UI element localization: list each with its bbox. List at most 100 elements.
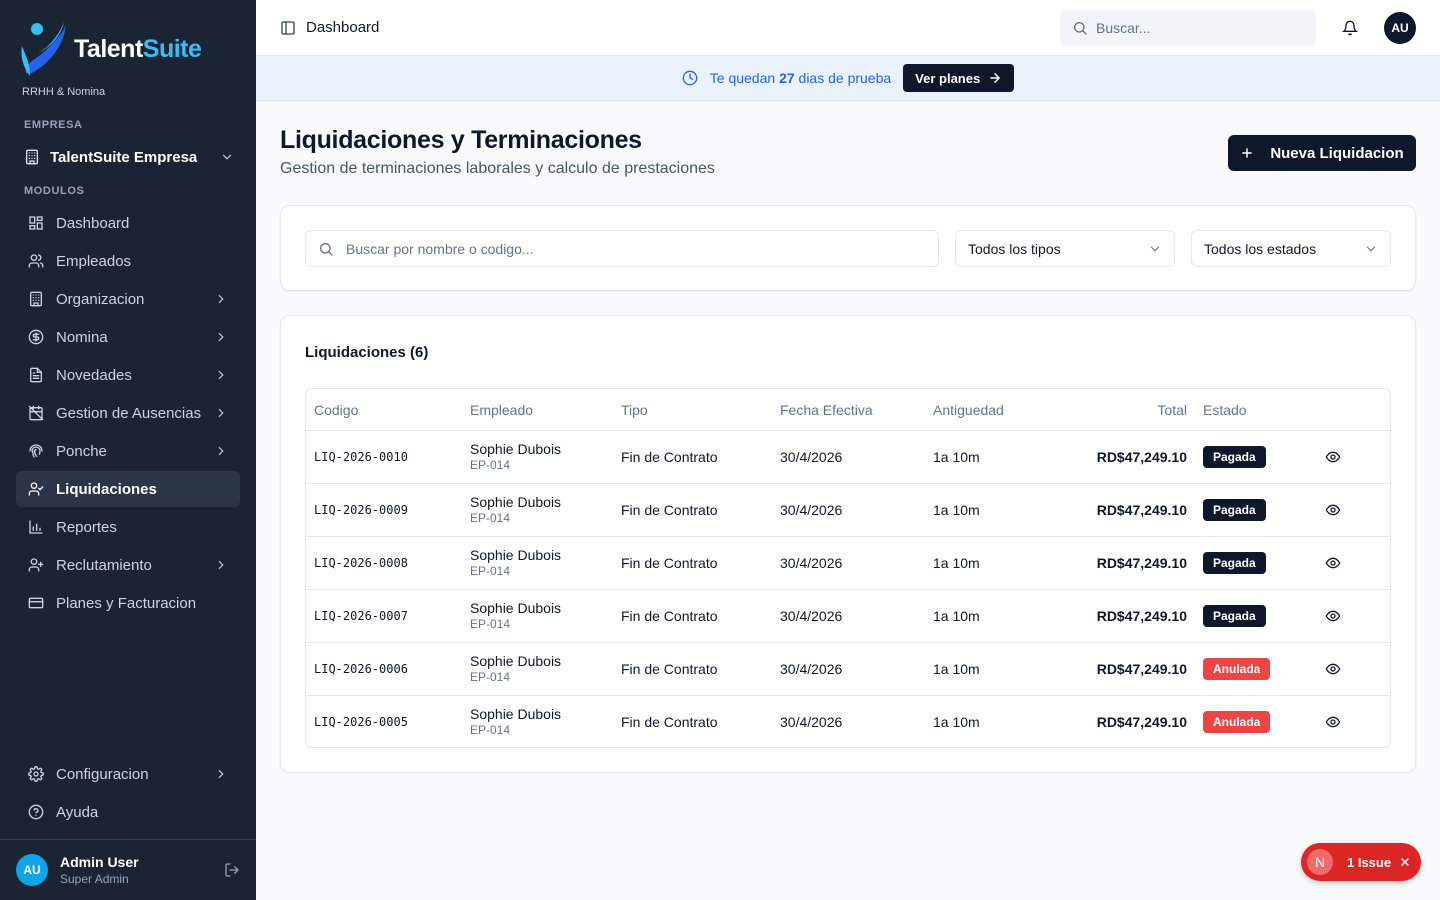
eye-icon[interactable] — [1325, 661, 1341, 677]
sidebar-item-dashboard[interactable]: Dashboard — [16, 205, 240, 241]
sidebar-item-label: Reportes — [56, 518, 117, 536]
brand-name-part2: Suite — [142, 34, 202, 63]
breadcrumb[interactable]: Dashboard — [306, 19, 379, 36]
settlements-card: Liquidaciones (6) Codigo Empleado Tipo F… — [280, 315, 1416, 773]
status-cell: Anulada — [1203, 711, 1271, 733]
table-row[interactable]: LIQ-2026-0008 Sophie Dubois EP-014 Fin d… — [306, 537, 1390, 590]
chevron-down-icon — [1364, 242, 1378, 256]
sidebar-item-ponche[interactable]: Ponche — [16, 433, 240, 469]
new-settlement-button[interactable]: Nueva Liquidacion — [1228, 135, 1416, 171]
settlement-type: Fin de Contrato — [621, 449, 718, 465]
settlement-total: RD$47,249.10 — [1096, 608, 1187, 624]
filters-card: Todos los tipos Todos los estados — [280, 205, 1416, 291]
trial-message: Te quedan 27 dias de prueba — [710, 70, 891, 86]
table-row[interactable]: LIQ-2026-0005 Sophie Dubois EP-014 Fin d… — [306, 696, 1390, 747]
state-filter-value: Todos los estados — [1204, 240, 1317, 257]
sidebar-item-configuracion[interactable]: Configuracion — [16, 756, 240, 792]
global-search-input[interactable] — [1096, 20, 1296, 36]
page-title: Liquidaciones y Terminaciones — [280, 126, 642, 154]
settlement-total: RD$47,249.10 — [1096, 714, 1187, 730]
sidebar-item-ayuda[interactable]: Ayuda — [16, 794, 240, 830]
sidebar-toggle-icon[interactable] — [280, 20, 296, 36]
sidebar-item-empleados[interactable]: Empleados — [16, 243, 240, 279]
sidebar-item-nomina[interactable]: Nomina — [16, 319, 240, 355]
type-filter-select[interactable]: Todos los tipos — [955, 230, 1175, 267]
table-search-input[interactable] — [346, 240, 906, 257]
sidebar-item-planes-facturacion[interactable]: Planes y Facturacion — [16, 585, 240, 621]
plus-icon — [1240, 146, 1254, 160]
table-row[interactable]: LIQ-2026-0006 Sophie Dubois EP-014 Fin d… — [306, 643, 1390, 696]
employee-name: Sophie Dubois — [470, 494, 562, 510]
view-plans-button[interactable]: Ver planes — [903, 64, 1015, 92]
employee-name: Sophie Dubois — [470, 547, 562, 563]
chevron-right-icon — [214, 330, 228, 344]
settlement-code: LIQ-2026-0005 — [314, 715, 408, 729]
table-row[interactable]: LIQ-2026-0010 Sophie Dubois EP-014 Fin d… — [306, 431, 1390, 484]
global-search[interactable] — [1060, 10, 1316, 46]
employee-id: EP-014 — [470, 458, 511, 472]
employee-id: EP-014 — [470, 564, 511, 578]
fingerprint-icon — [28, 443, 44, 459]
search-icon — [1072, 20, 1088, 36]
table-search[interactable] — [305, 230, 939, 267]
sidebar-item-label: Empleados — [56, 252, 132, 270]
settlement-code: LIQ-2026-0006 — [314, 662, 408, 676]
sidebar-item-reportes[interactable]: Reportes — [16, 509, 240, 545]
effective-date: 30/4/2026 — [780, 502, 843, 518]
sidebar-item-label: Configuracion — [56, 765, 149, 783]
employee-name: Sophie Dubois — [470, 653, 562, 669]
sidebar-item-label: Ayuda — [56, 803, 99, 821]
close-icon[interactable] — [1399, 856, 1411, 868]
employee-name: Sophie Dubois — [470, 706, 562, 722]
table-row[interactable]: LIQ-2026-0009 Sophie Dubois EP-014 Fin d… — [306, 484, 1390, 537]
tenure: 1a 10m — [933, 608, 980, 624]
table-row[interactable]: LIQ-2026-0007 Sophie Dubois EP-014 Fin d… — [306, 590, 1390, 643]
bell-icon[interactable] — [1342, 20, 1358, 36]
user-profile[interactable]: AU Admin User Super Admin — [0, 839, 256, 900]
settlement-total: RD$47,249.10 — [1096, 502, 1187, 518]
eye-icon[interactable] — [1325, 555, 1341, 571]
settlement-code: LIQ-2026-0008 — [314, 556, 408, 570]
brand-logo[interactable]: TalentSuite — [20, 20, 202, 78]
brand-name-part1: Talent — [74, 34, 143, 63]
trial-text-before: Te quedan — [709, 70, 776, 86]
chevron-right-icon — [214, 767, 228, 781]
effective-date: 30/4/2026 — [780, 555, 843, 571]
settlement-total: RD$47,249.10 — [1096, 661, 1187, 677]
eye-icon[interactable] — [1325, 502, 1341, 518]
column-header-tenure: Antiguedad — [933, 402, 1004, 418]
status-cell: Pagada — [1203, 499, 1266, 521]
issue-badge: N — [1307, 849, 1333, 875]
eye-icon[interactable] — [1325, 714, 1341, 730]
employee-cell: Sophie Dubois EP-014 — [470, 653, 561, 684]
status-badge: Pagada — [1203, 446, 1266, 468]
settlement-code: LIQ-2026-0010 — [314, 450, 408, 464]
sidebar-item-label: Dashboard — [56, 214, 130, 232]
settlement-total: RD$47,249.10 — [1096, 449, 1187, 465]
sidebar-item-label: Novedades — [56, 366, 132, 384]
sidebar-item-reclutamiento[interactable]: Reclutamiento — [16, 547, 240, 583]
issue-toast[interactable]: N 1 Issue — [1301, 843, 1421, 881]
column-header-type: Tipo — [621, 402, 648, 418]
status-cell: Pagada — [1203, 605, 1266, 627]
status-badge: Pagada — [1203, 499, 1266, 521]
sidebar-item-novedades[interactable]: Novedades — [16, 357, 240, 393]
column-header-date: Fecha Efectiva — [780, 402, 873, 418]
sidebar-item-gestion-ausencias[interactable]: Gestion de Ausencias — [16, 395, 240, 431]
clock-icon — [682, 70, 698, 86]
sidebar-item-organizacion[interactable]: Organizacion — [16, 281, 240, 317]
settlements-table: Codigo Empleado Tipo Fecha Efectiva Anti… — [305, 388, 1391, 748]
logout-icon[interactable] — [224, 862, 240, 878]
state-filter-select[interactable]: Todos los estados — [1191, 230, 1391, 267]
sidebar-item-liquidaciones[interactable]: Liquidaciones — [16, 471, 240, 507]
sidebar-item-label: Gestion de Ausencias — [56, 404, 202, 422]
avatar[interactable]: AU — [1384, 12, 1416, 44]
settlement-code: LIQ-2026-0007 — [314, 609, 408, 623]
eye-icon[interactable] — [1325, 449, 1341, 465]
column-header-total: Total — [1157, 402, 1187, 418]
column-header-employee: Empleado — [470, 402, 534, 418]
company-switcher[interactable]: TalentSuite Empresa — [24, 146, 234, 168]
eye-icon[interactable] — [1325, 608, 1341, 624]
page-subtitle: Gestion de terminaciones laborales y cal… — [280, 160, 715, 177]
column-header-code: Codigo — [314, 402, 359, 418]
